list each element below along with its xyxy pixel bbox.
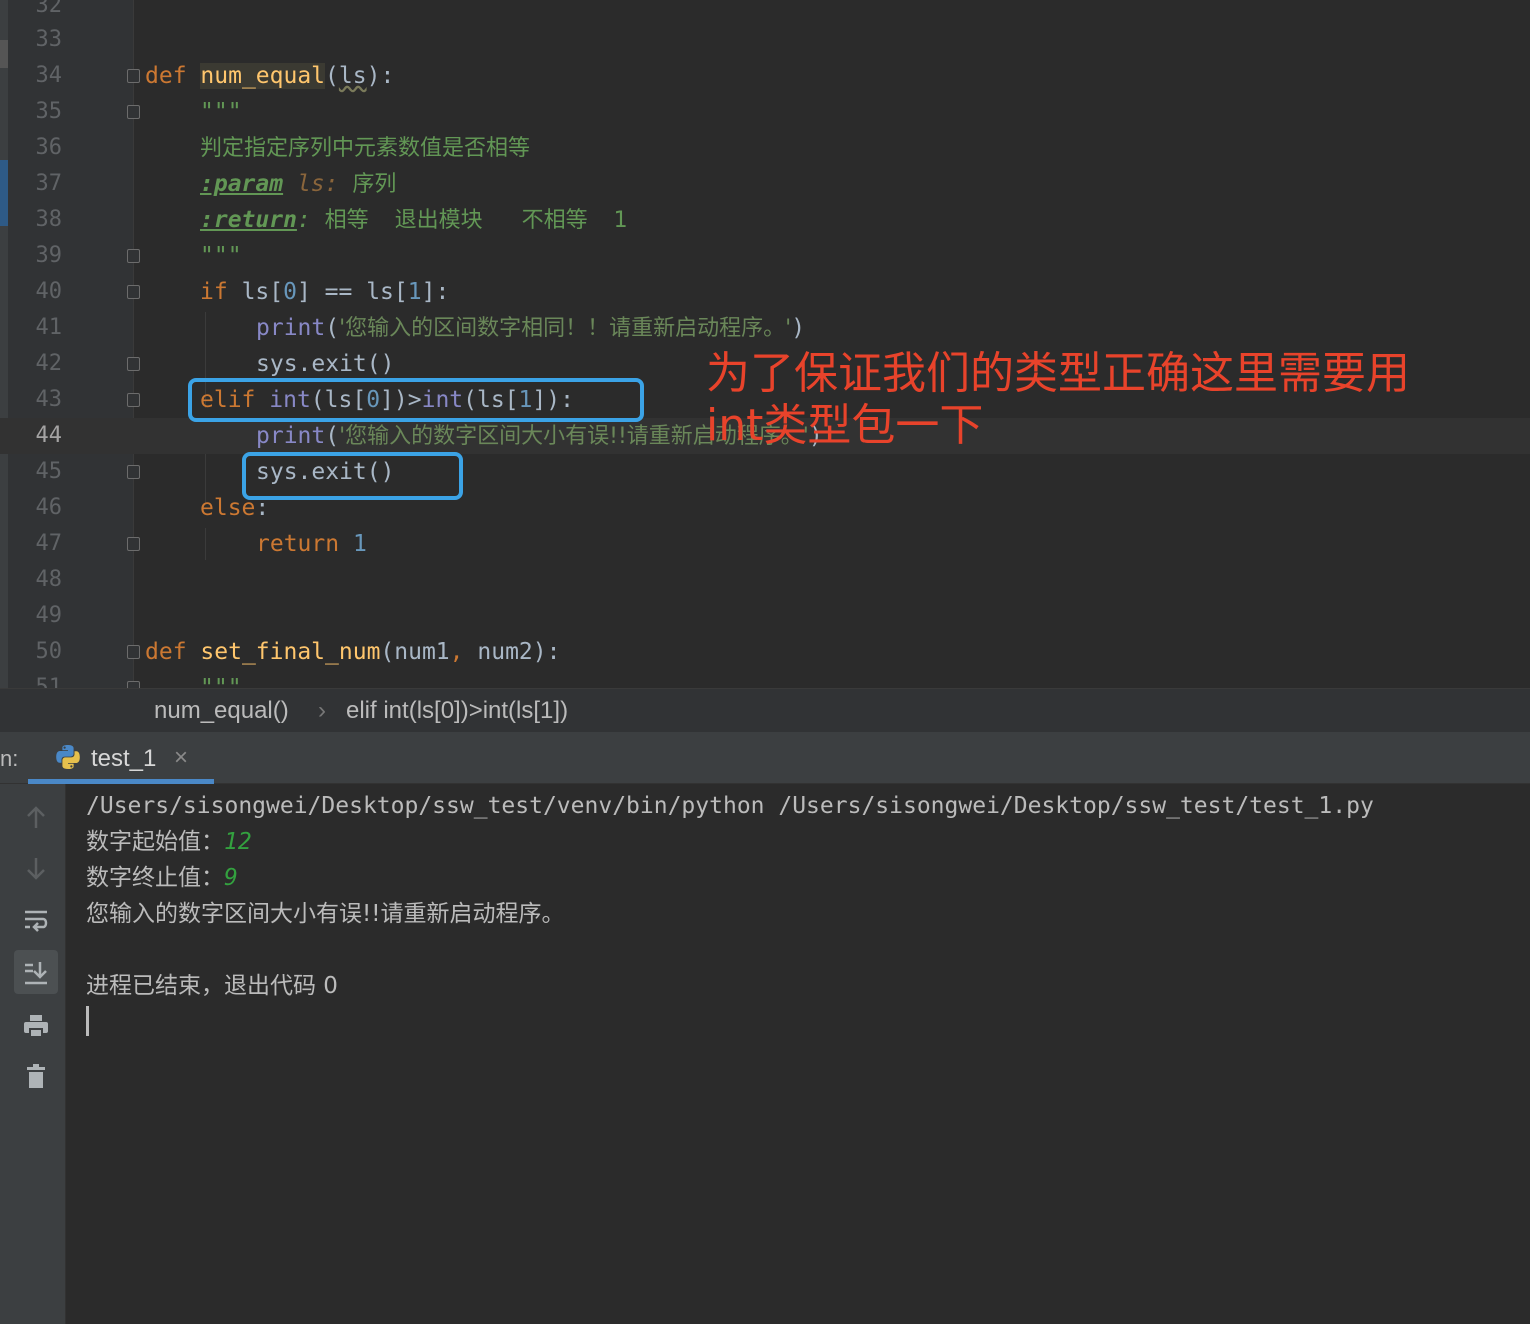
code-text: """ [200, 243, 242, 269]
console-line: 数字起始值：12 [86, 829, 252, 855]
code-text: def num_equal(ls): [145, 63, 395, 89]
fold-marker-icon[interactable] [127, 681, 140, 688]
line-number: 40 [35, 279, 63, 304]
code-line[interactable]: 36 判定指定序列中元素数值是否相等 [0, 130, 1530, 166]
code-line[interactable]: 50 def set_final_num(num1, num2): [0, 634, 1530, 670]
code-text: 判定指定序列中元素数值是否相等 [200, 136, 531, 161]
down-arrow-icon[interactable] [14, 846, 58, 890]
fold-marker-icon[interactable] [127, 285, 140, 299]
code-line[interactable]: 46 else: [0, 490, 1530, 526]
line-number: 51 [35, 675, 63, 688]
annotation-box-elif [188, 378, 644, 422]
scroll-to-end-icon[interactable] [14, 950, 58, 994]
code-line[interactable]: 51 """ [0, 670, 1530, 688]
fold-marker-icon[interactable] [127, 645, 140, 659]
console-exit-line: 进程已结束，退出代码 0 [86, 973, 338, 999]
line-number: 34 [35, 63, 63, 88]
line-number: 36 [35, 135, 63, 160]
line-number: 48 [35, 567, 63, 592]
code-line[interactable]: 37 :param ls: 序列 [0, 166, 1530, 202]
code-text: """ [200, 99, 242, 125]
code-text: return 1 [256, 531, 367, 557]
annotation-text: 为了保证我们的类型正确这里需要用int类型包一下 [706, 348, 1410, 451]
code-line[interactable]: 47 return 1 [0, 526, 1530, 562]
console-line: 您输入的数字区间大小有误!!请重新启动程序。 [86, 901, 565, 927]
code-text: print('您输入的区间数字相同！！请重新启动程序。') [256, 315, 806, 341]
code-editor[interactable]: 32 33 34 def num_equal(ls): 35 """ 36 判定… [0, 0, 1530, 688]
breadcrumb-item[interactable]: num_equal() [154, 697, 289, 725]
run-tool-window-header: n: test_1 × [0, 732, 1530, 784]
fold-marker-icon[interactable] [127, 537, 140, 551]
code-text: """ [200, 675, 242, 688]
line-number: 37 [35, 171, 63, 196]
annotation-box-sys-exit [242, 452, 463, 500]
code-text: def set_final_num(num1, num2): [145, 639, 561, 665]
tab-label: test_1 [91, 745, 157, 772]
run-label: n: [0, 746, 19, 771]
line-number: 45 [35, 459, 63, 484]
tab-test-1[interactable]: test_1 × [28, 732, 214, 784]
line-number: 49 [35, 603, 63, 628]
trash-icon[interactable] [14, 1054, 58, 1098]
line-number: 46 [35, 495, 63, 520]
code-line[interactable]: 32 [0, 0, 1530, 24]
console-command: /Users/sisongwei/Desktop/ssw_test/venv/b… [86, 793, 1374, 819]
python-icon [56, 745, 80, 769]
code-line[interactable]: 40 if ls[0] == ls[1]: [0, 274, 1530, 310]
text-caret [86, 1006, 89, 1036]
code-line[interactable]: 49 [0, 598, 1530, 634]
line-number: 38 [35, 207, 63, 232]
fold-marker-icon[interactable] [127, 393, 140, 407]
code-text: sys.exit() [256, 351, 395, 377]
code-line[interactable]: 33 [0, 22, 1530, 58]
code-line[interactable]: 38 :return: 相等 退出模块 不相等 1 [0, 202, 1530, 238]
line-number: 32 [35, 0, 63, 18]
console-line: 数字终止值：9 [86, 865, 238, 891]
fold-marker-icon[interactable] [127, 69, 140, 83]
code-text: :return: 相等 退出模块 不相等 1 [200, 207, 628, 233]
print-icon[interactable] [14, 1004, 58, 1048]
close-icon[interactable]: × [174, 744, 188, 772]
code-line[interactable]: 45 sys.exit() [0, 454, 1530, 490]
code-line[interactable]: 34 def num_equal(ls): [0, 58, 1530, 94]
code-text: if ls[0] == ls[1]: [200, 279, 450, 305]
line-number: 39 [35, 243, 63, 268]
line-number: 42 [35, 351, 63, 376]
code-line[interactable]: 35 """ [0, 94, 1530, 130]
code-line[interactable]: 41 print('您输入的区间数字相同！！请重新启动程序。') [0, 310, 1530, 346]
breadcrumb: num_equal() › elif int(ls[0])>int(ls[1]) [0, 688, 1530, 732]
soft-wrap-icon[interactable] [14, 898, 58, 942]
breadcrumb-item[interactable]: elif int(ls[0])>int(ls[1]) [346, 697, 568, 725]
line-number: 43 [35, 387, 63, 412]
code-line[interactable]: 39 """ [0, 238, 1530, 274]
fold-marker-icon[interactable] [127, 357, 140, 371]
line-number: 33 [35, 27, 63, 52]
up-arrow-icon[interactable] [14, 796, 58, 840]
line-number: 47 [35, 531, 63, 556]
breadcrumb-separator-icon: › [318, 697, 326, 724]
line-number: 41 [35, 315, 63, 340]
line-number: 50 [35, 639, 63, 664]
code-line[interactable]: 48 [0, 562, 1530, 598]
line-number: 35 [35, 99, 63, 124]
fold-marker-icon[interactable] [127, 105, 140, 119]
fold-marker-icon[interactable] [127, 249, 140, 263]
line-number: 44 [35, 423, 63, 448]
code-text: :param ls: 序列 [200, 171, 397, 197]
console-output[interactable]: /Users/sisongwei/Desktop/ssw_test/venv/b… [66, 784, 1530, 1324]
fold-marker-icon[interactable] [127, 465, 140, 479]
console-toolbar [0, 784, 66, 1324]
